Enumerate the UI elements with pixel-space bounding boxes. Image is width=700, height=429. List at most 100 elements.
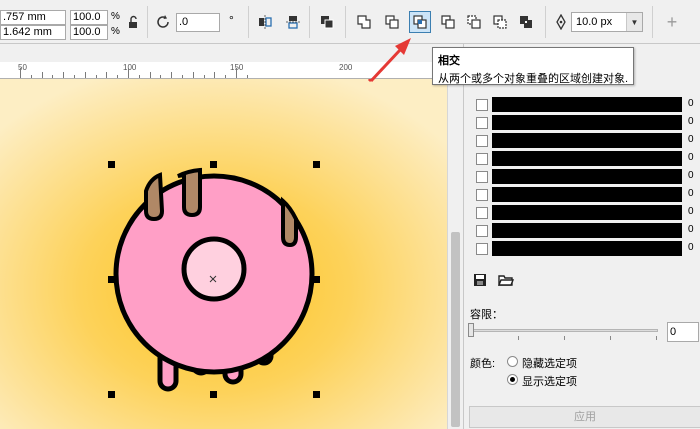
selection-handle[interactable]	[313, 161, 320, 168]
swatch-color[interactable]	[492, 133, 682, 148]
donut-illustration[interactable]	[0, 79, 447, 429]
swatch-checkbox[interactable]	[476, 117, 488, 129]
back-minus-front-icon	[493, 15, 507, 29]
simplify-button[interactable]	[437, 11, 459, 33]
swatch-color[interactable]	[492, 241, 682, 256]
chevron-down-icon[interactable]: ▼	[626, 13, 642, 31]
scrollbar-thumb[interactable]	[451, 232, 460, 427]
ruler-tick	[139, 75, 140, 78]
swatch-color[interactable]	[492, 187, 682, 202]
tolerance-input[interactable]: 0	[667, 322, 699, 342]
swatch-checkbox[interactable]	[476, 225, 488, 237]
combine-button[interactable]	[316, 11, 338, 33]
plus-icon: +	[666, 11, 678, 32]
selection-handle[interactable]	[108, 391, 115, 398]
rotation-degree-unit: °	[229, 13, 234, 27]
selection-handle[interactable]	[313, 276, 320, 283]
ruler-tick	[204, 75, 205, 78]
swatch-color[interactable]	[492, 115, 682, 130]
swatch-checkbox[interactable]	[476, 171, 488, 183]
color-swatch-row[interactable]: 0	[470, 241, 694, 257]
color-swatch-row[interactable]: 0	[470, 187, 694, 203]
swatch-checkbox[interactable]	[476, 135, 488, 147]
swatch-checkbox[interactable]	[476, 207, 488, 219]
rotation-angle-field[interactable]: .0	[176, 13, 220, 32]
swatch-color[interactable]	[492, 205, 682, 220]
scale-x-percent: %	[111, 11, 120, 22]
swatch-color[interactable]	[492, 223, 682, 238]
lock-icon	[129, 15, 137, 28]
ruler-tick	[42, 72, 43, 78]
back-minus-front-button[interactable]	[489, 11, 511, 33]
boundary-button[interactable]	[515, 11, 537, 33]
horizontal-ruler[interactable]: 50 100 150 200	[0, 62, 452, 79]
open-mask-button[interactable]	[497, 272, 515, 288]
ruler-tick	[96, 75, 97, 78]
intersect-icon	[413, 15, 427, 29]
selection-handle[interactable]	[210, 391, 217, 398]
tooltip-title: 相交	[438, 55, 460, 67]
swatch-color[interactable]	[492, 169, 682, 184]
canvas-top-strip	[0, 44, 452, 62]
vertical-scrollbar[interactable]	[447, 62, 463, 429]
separator	[309, 6, 310, 38]
slider-tick	[564, 336, 565, 340]
tolerance-slider-track[interactable]	[472, 329, 658, 332]
show-selected-label[interactable]: 显示选定项	[522, 373, 577, 389]
ruler-label: 200	[339, 63, 353, 72]
color-swatch-row[interactable]: 0	[470, 115, 694, 131]
mirror-horizontal-button[interactable]	[254, 11, 276, 33]
mirror-vertical-button[interactable]	[282, 11, 304, 33]
show-selected-radio[interactable]	[507, 374, 518, 385]
intersect-tooltip: 相交 从两个或多个对象重叠的区域创建对象.	[432, 47, 634, 85]
drawing-canvas[interactable]	[0, 79, 447, 429]
hide-selected-label[interactable]: 隐藏选定项	[522, 355, 577, 371]
color-swatch-row[interactable]: 0	[470, 223, 694, 239]
swatch-checkbox[interactable]	[476, 243, 488, 255]
save-mask-button[interactable]	[472, 272, 488, 288]
separator	[147, 6, 148, 38]
swatch-color[interactable]	[492, 151, 682, 166]
outline-width-value: 10.0 px	[576, 16, 613, 28]
color-swatch-row[interactable]: 0	[470, 169, 694, 185]
hide-selected-radio[interactable]	[507, 356, 518, 367]
intersect-button[interactable]	[409, 11, 431, 33]
swatch-checkbox[interactable]	[476, 99, 488, 111]
boundary-icon	[520, 16, 532, 28]
selection-handle[interactable]	[108, 161, 115, 168]
tolerance-label: 容限：	[470, 309, 503, 321]
ruler-tick	[182, 75, 183, 78]
swatch-tolerance: 0	[688, 152, 694, 163]
swatch-checkbox[interactable]	[476, 153, 488, 165]
front-minus-back-button[interactable]	[463, 11, 485, 33]
add-button[interactable]: +	[661, 11, 683, 33]
object-height-field[interactable]: 1.642 mm	[0, 25, 66, 40]
ruler-tick	[85, 72, 86, 78]
selection-handle[interactable]	[210, 161, 217, 168]
ruler-tick	[236, 68, 237, 78]
color-mask-panel: 0 0 0 0 0 0 0 0 0 容限： 0 颜色: 隐藏选定项 显示选定项 …	[463, 44, 700, 429]
apply-button[interactable]: 应用	[469, 406, 700, 428]
object-width-field[interactable]: .757 mm	[0, 10, 66, 25]
property-bar: .757 mm 1.642 mm 100.0 100.0 % % .0 ° 10…	[0, 0, 700, 44]
swatch-checkbox[interactable]	[476, 189, 488, 201]
rotation-button[interactable]	[153, 11, 175, 33]
color-swatch-row[interactable]: 0	[470, 205, 694, 221]
outline-pen-button[interactable]	[550, 11, 572, 33]
scale-x-field[interactable]: 100.0	[70, 10, 108, 25]
outline-width-select[interactable]: 10.0 px ▼	[571, 12, 643, 32]
swatch-color[interactable]	[492, 97, 682, 112]
ruler-tick	[160, 75, 161, 78]
lock-ratio-button[interactable]	[123, 11, 145, 33]
weld-button[interactable]	[353, 11, 375, 33]
color-swatch-row[interactable]: 0	[470, 151, 694, 167]
color-swatch-row[interactable]: 0	[470, 97, 694, 113]
scale-y-percent: %	[111, 26, 120, 37]
scale-y-field[interactable]: 100.0	[70, 25, 108, 40]
separator	[248, 6, 249, 38]
selection-handle[interactable]	[108, 276, 115, 283]
tolerance-slider-handle[interactable]	[468, 323, 474, 337]
selection-handle[interactable]	[313, 391, 320, 398]
trim-button[interactable]	[381, 11, 403, 33]
color-swatch-row[interactable]: 0	[470, 133, 694, 149]
